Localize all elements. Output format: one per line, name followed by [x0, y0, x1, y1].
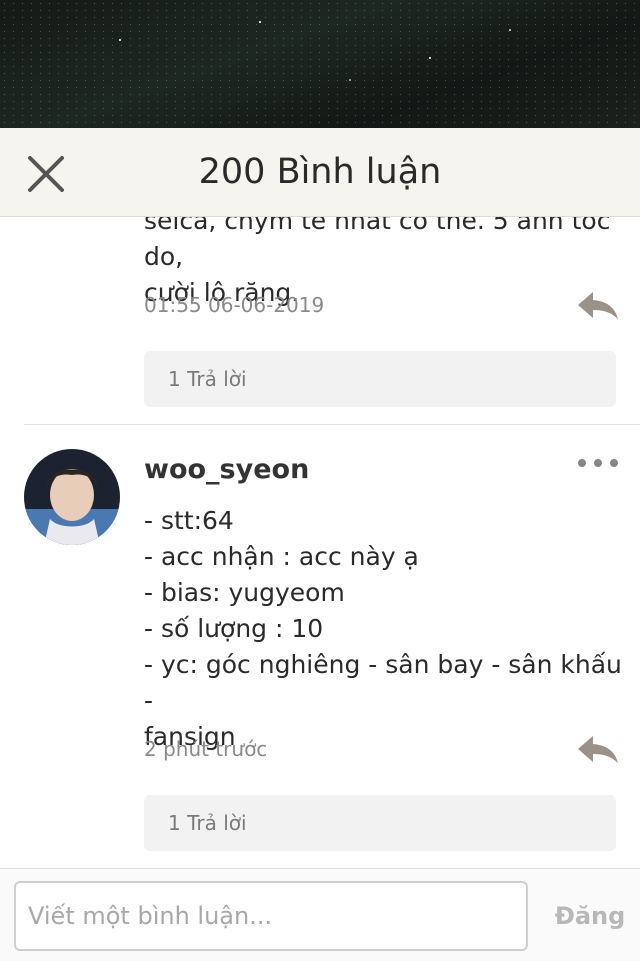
page-title: 200 Bình luận: [198, 152, 442, 192]
more-options-button[interactable]: [576, 453, 620, 473]
comment-input[interactable]: [14, 881, 528, 951]
comment-list[interactable]: selca, chym te nhat co the. 5 anh toc do…: [0, 217, 640, 867]
comment-timestamp: 01:55 06-06-2019: [144, 293, 325, 317]
view-replies-button[interactable]: 1 Trả lời: [144, 795, 616, 851]
comment-composer: Đăng: [0, 868, 640, 961]
reply-button[interactable]: [575, 289, 621, 323]
reply-count-label: 1 Trả lời: [168, 811, 247, 835]
reply-count-label: 1 Trả lời: [168, 367, 247, 391]
comments-header: 200 Bình luận: [0, 128, 640, 217]
background-photo: [0, 0, 640, 128]
reply-arrow-icon: [578, 736, 618, 763]
post-button[interactable]: Đăng: [540, 881, 640, 951]
reply-arrow-icon: [578, 292, 618, 319]
avatar[interactable]: [24, 449, 120, 545]
reply-button[interactable]: [575, 733, 621, 767]
comment-text: - stt:64 - acc nhận : acc này ạ - bias: …: [144, 506, 622, 751]
comment-username[interactable]: woo_syeon: [144, 454, 309, 485]
view-replies-button[interactable]: 1 Trả lời: [144, 351, 616, 407]
comment-divider: [24, 424, 640, 425]
comment-timestamp: 2 phút trước: [144, 737, 268, 761]
more-dots-icon: [578, 459, 618, 467]
